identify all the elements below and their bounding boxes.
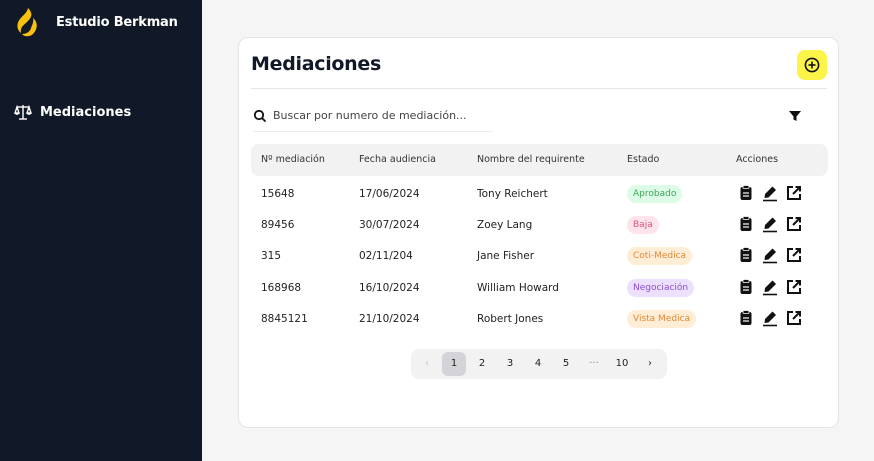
edit-icon[interactable] [761, 215, 779, 233]
row-actions [737, 215, 809, 233]
edit-icon[interactable] [761, 278, 779, 296]
row-actions [737, 278, 809, 296]
col-header-nombre[interactable]: Nombre del requirente [477, 154, 585, 165]
page-5-button[interactable]: 5 [554, 352, 578, 376]
cell-numero: 15648 [261, 188, 295, 200]
row-actions [737, 246, 809, 264]
cell-nombre: Robert Jones [477, 313, 544, 325]
clipboard-icon[interactable] [737, 184, 755, 202]
scale-icon [14, 104, 32, 120]
cell-fecha: 30/07/2024 [359, 219, 420, 231]
table-row[interactable]: 89456 30/07/2024 Zoey Lang Baja [251, 211, 828, 242]
clipboard-icon[interactable] [737, 278, 755, 296]
cell-fecha: 21/10/2024 [359, 313, 420, 325]
table-row[interactable]: 168968 16/10/2024 William Howard Negociació… [251, 274, 828, 305]
col-header-numero[interactable]: Nº mediación [261, 154, 325, 165]
table-header: Nº mediación Fecha audiencia Nombre del … [251, 144, 828, 176]
row-actions [737, 184, 809, 202]
sidebar-item-label: Mediaciones [40, 104, 132, 120]
edit-icon[interactable] [761, 184, 779, 202]
col-header-acciones: Acciones [736, 154, 779, 165]
search-input[interactable] [273, 109, 483, 122]
cell-numero: 89456 [261, 219, 295, 231]
page-1-button[interactable]: 1 [442, 352, 466, 376]
table-row[interactable]: 8845121 21/10/2024 Robert Jones Vista Medic… [251, 305, 828, 336]
external-link-icon[interactable] [785, 246, 803, 264]
edit-icon[interactable] [761, 246, 779, 264]
page-4-button[interactable]: 4 [526, 352, 550, 376]
brand: Estudio Berkman [11, 6, 178, 38]
filter-icon[interactable] [787, 108, 803, 124]
cell-nombre: Zoey Lang [477, 219, 533, 231]
prev-page-button[interactable]: ‹ [415, 352, 439, 376]
status-badge: Vista Medica [627, 310, 697, 328]
page-10-button[interactable]: 10 [610, 352, 634, 376]
cell-numero: 315 [261, 250, 282, 262]
table-row[interactable]: 315 02/11/204 Jane Fisher Coti-Medica [251, 242, 828, 273]
status-badge: Coti-Medica [627, 247, 693, 265]
external-link-icon[interactable] [785, 278, 803, 296]
cell-fecha: 02/11/204 [359, 250, 413, 262]
external-link-icon[interactable] [785, 184, 803, 202]
external-link-icon[interactable] [785, 309, 803, 327]
cell-fecha: 16/10/2024 [359, 282, 420, 294]
page-3-button[interactable]: 3 [498, 352, 522, 376]
divider [251, 88, 827, 89]
cell-nombre: William Howard [477, 282, 559, 294]
page-title: Mediaciones [251, 53, 381, 75]
clipboard-icon[interactable] [737, 309, 755, 327]
next-page-button[interactable]: › [638, 352, 662, 376]
clipboard-icon[interactable] [737, 215, 755, 233]
search-icon [253, 109, 267, 122]
plus-circle-icon [804, 57, 820, 73]
cell-fecha: 17/06/2024 [359, 188, 420, 200]
mediaciones-card: Mediaciones Nº mediación Fecha audiencia… [238, 37, 839, 428]
cell-numero: 8845121 [261, 313, 308, 325]
search-bar [253, 100, 493, 132]
page-2-button[interactable]: 2 [470, 352, 494, 376]
pagination-ellipsis: ··· [589, 358, 599, 369]
brand-name: Estudio Berkman [56, 14, 178, 30]
edit-icon[interactable] [761, 309, 779, 327]
status-badge: Aprobado [627, 185, 683, 203]
table-row[interactable]: 15648 17/06/2024 Tony Reichert Aprobado [251, 180, 828, 211]
status-badge: Negociación [627, 279, 695, 297]
flame-logo-icon [17, 8, 37, 37]
cell-nombre: Tony Reichert [477, 188, 548, 200]
external-link-icon[interactable] [785, 215, 803, 233]
sidebar-item-mediaciones[interactable]: Mediaciones [14, 103, 131, 121]
cell-numero: 168968 [261, 282, 302, 294]
clipboard-icon[interactable] [737, 246, 755, 264]
cell-nombre: Jane Fisher [477, 250, 535, 262]
row-actions [737, 309, 809, 327]
sidebar: Estudio Berkman Mediaciones [0, 0, 202, 461]
pagination: ‹ 1 2 3 4 5 ··· 10 › [411, 349, 667, 379]
col-header-fecha[interactable]: Fecha audiencia [359, 154, 436, 165]
status-badge: Baja [627, 216, 659, 234]
add-mediacion-button[interactable] [797, 50, 827, 80]
col-header-estado[interactable]: Estado [627, 154, 659, 165]
